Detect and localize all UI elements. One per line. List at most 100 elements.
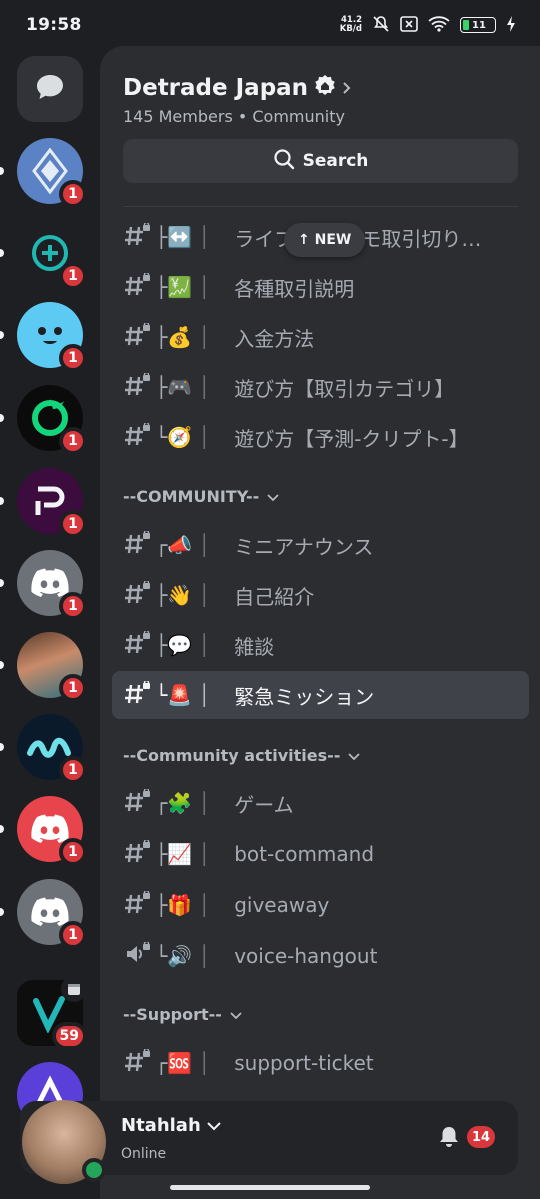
server-icon-10[interactable]: 1 — [0, 879, 87, 949]
category-header[interactable]: --COMMUNITY-- — [123, 487, 279, 506]
channel-item[interactable]: ├🎁 │ giveaway — [112, 881, 529, 929]
channel-item[interactable]: ├📈 │ bot-command — [112, 830, 529, 878]
status-time: 19:58 — [26, 15, 82, 35]
new-messages-pill[interactable]: ↑ NEW — [284, 223, 366, 257]
mention-badge: 1 — [59, 344, 87, 372]
user-status: Online — [121, 1146, 167, 1162]
channel-name: ライブ取引-デモ取引切り… — [234, 223, 529, 252]
server-icon-11[interactable]: 59 — [17, 976, 87, 1050]
notification-badge: 14 — [467, 1126, 496, 1148]
locked-hash-icon — [124, 838, 155, 869]
server-icon-2[interactable]: 1 — [0, 220, 87, 290]
unread-indicator — [0, 579, 4, 587]
server-icon-4[interactable]: 1 — [0, 385, 87, 455]
server-icon-8[interactable]: 1 — [0, 714, 87, 784]
server-icon-6[interactable]: 1 — [0, 550, 87, 620]
username[interactable]: Ntahlah — [121, 1115, 221, 1136]
channel-name: 遊び方【取引カテゴリ】 — [234, 376, 455, 401]
locked-hash-icon — [124, 371, 155, 402]
home-indicator[interactable] — [170, 1185, 370, 1190]
separator: │ — [198, 1051, 211, 1075]
channel-item[interactable]: ├💹 │ 各種取引説明 — [112, 263, 529, 311]
battery-icon: 11 — [460, 17, 496, 33]
server-icon-3[interactable]: 1 — [0, 302, 87, 372]
separator: │ — [198, 791, 211, 815]
channel-prefix: └🚨 — [155, 683, 193, 707]
server-name: Detrade Japan — [123, 75, 309, 101]
mention-badge: 1 — [59, 756, 87, 784]
category-name: --Support-- — [123, 1005, 222, 1024]
separator: │ — [198, 325, 211, 349]
channel-item[interactable]: ┌🧩 │ ゲーム — [112, 779, 529, 827]
mention-badge: 59 — [51, 1022, 87, 1050]
separator: │ — [198, 633, 211, 657]
channel-name: voice-hangout — [234, 944, 378, 968]
locked-speaker-icon — [124, 940, 155, 971]
search-label: Search — [302, 151, 369, 171]
chevron-down-icon — [207, 1115, 221, 1136]
channel-item[interactable]: └🧭 │ 遊び方【予測-クリプト-】 — [112, 413, 529, 461]
server-header[interactable]: Detrade Japan — [123, 74, 352, 102]
user-panel[interactable]: Ntahlah Online 14 — [20, 1100, 518, 1184]
direct-messages-button[interactable] — [17, 56, 83, 122]
channel-item[interactable]: ├💰 │ 入金方法 — [112, 313, 529, 361]
server-icon-9[interactable]: 1 — [0, 796, 87, 866]
channel-item[interactable]: ┌📣 │ ミニアナウンス — [112, 521, 529, 569]
channel-item-selected[interactable]: └🚨 │ 緊急ミッション — [112, 671, 529, 719]
community-verified-icon — [314, 74, 336, 102]
chevron-right-icon — [342, 75, 352, 101]
channel-panel: Detrade Japan 145 Members • Community Se… — [100, 46, 540, 1199]
network-speed: 41.2 KB/d — [340, 16, 362, 34]
channel-name: 遊び方【予測-クリプト-】 — [234, 426, 469, 451]
category-header[interactable]: --Community activities-- — [123, 746, 361, 765]
mention-badge: 1 — [59, 674, 87, 702]
chevron-down-icon — [267, 487, 279, 506]
locked-hash-icon — [124, 889, 155, 920]
voice-channel-item[interactable]: └🔊 │ voice-hangout — [112, 932, 529, 980]
unread-indicator — [0, 167, 4, 175]
unread-indicator — [0, 331, 4, 339]
mention-badge: 1 — [59, 921, 87, 949]
server-icon-5[interactable]: 1 — [0, 468, 87, 538]
channel-prefix: ├💬 — [155, 633, 193, 657]
separator: │ — [198, 425, 211, 449]
category-name: --Community activities-- — [123, 746, 341, 765]
mention-badge: 1 — [59, 262, 87, 290]
channel-prefix: ├👋 — [155, 583, 193, 607]
channel-name: 雑談 — [234, 634, 275, 659]
separator: │ — [198, 275, 211, 299]
channel-prefix: └🧭 — [155, 425, 193, 449]
locked-hash-icon — [124, 629, 155, 660]
mute-icon — [372, 15, 390, 36]
channel-name: 各種取引説明 — [234, 276, 355, 301]
avatar[interactable] — [22, 1100, 106, 1184]
channel-prefix: ├💹 — [155, 275, 193, 299]
server-icon-7[interactable]: 1 — [0, 632, 87, 702]
separator: │ — [198, 842, 211, 866]
search-button[interactable]: Search — [123, 139, 518, 183]
channel-item[interactable]: ├🎮 │ 遊び方【取引カテゴリ】 — [112, 363, 529, 411]
channel-prefix: ├📈 — [155, 842, 193, 866]
channel-item[interactable]: ┌🆘 │ support-ticket — [112, 1039, 529, 1087]
chat-bubble-icon — [35, 73, 65, 105]
separator: │ — [198, 683, 211, 707]
username-text: Ntahlah — [121, 1115, 201, 1136]
unread-indicator — [0, 743, 4, 751]
channel-name: bot-command — [234, 842, 375, 866]
mention-badge: 1 — [59, 427, 87, 455]
bell-icon[interactable] — [438, 1125, 460, 1153]
category-header[interactable]: --Support-- — [123, 1005, 242, 1024]
divider — [123, 206, 518, 207]
channel-item[interactable]: ├👋 │ 自己紹介 — [112, 571, 529, 619]
channel-prefix: ├🎁 — [155, 893, 193, 917]
channel-name: ゲーム — [234, 792, 294, 817]
server-meta: 145 Members • Community — [123, 107, 345, 126]
locked-hash-icon — [124, 679, 155, 710]
channel-prefix: ┌🧩 — [155, 791, 193, 815]
server-icon-1[interactable]: 1 — [0, 138, 87, 208]
channel-name: 入金方法 — [234, 326, 315, 351]
separator: │ — [198, 944, 211, 968]
channel-item[interactable]: ├💬 │ 雑談 — [112, 621, 529, 669]
charging-icon — [506, 15, 516, 35]
category-name: --COMMUNITY-- — [123, 487, 260, 506]
